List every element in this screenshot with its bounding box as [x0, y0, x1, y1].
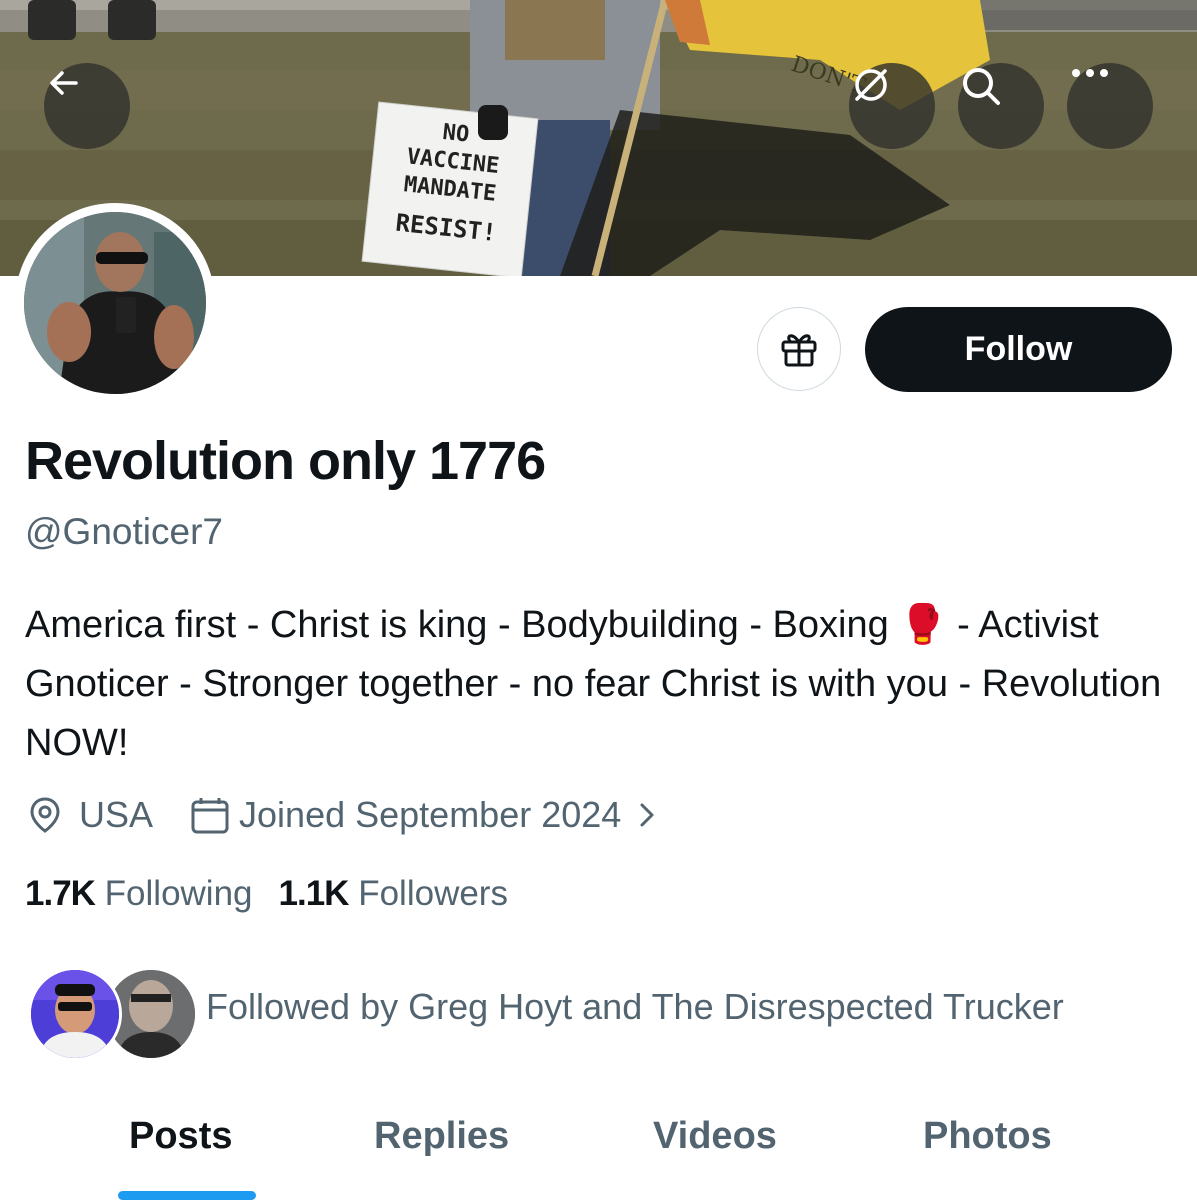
- followed-by-text[interactable]: Followed by Greg Hoyt and The Disrespect…: [206, 986, 1064, 1028]
- display-name: Revolution only 1776: [25, 431, 546, 491]
- location-icon: [30, 797, 60, 833]
- back-button[interactable]: [44, 63, 130, 149]
- location-text: USA: [79, 794, 154, 835]
- following-link[interactable]: 1.7K Following: [25, 874, 253, 914]
- followers-link[interactable]: 1.1K Followers: [279, 874, 508, 914]
- active-tab-indicator: [118, 1191, 256, 1200]
- tab-posts[interactable]: Posts: [129, 1115, 232, 1158]
- search-button[interactable]: [958, 63, 1044, 149]
- tab-videos[interactable]: Videos: [653, 1115, 777, 1158]
- followers-label: Followers: [358, 874, 508, 913]
- followers-count: 1.1K: [278, 874, 350, 913]
- joined-text[interactable]: Joined September 2024: [239, 794, 621, 836]
- chevron-right-icon[interactable]: [637, 800, 657, 830]
- tab-replies[interactable]: Replies: [374, 1115, 509, 1158]
- search-icon: [963, 68, 1000, 105]
- sign-line-1: NO: [441, 120, 470, 148]
- following-label: Following: [104, 874, 253, 913]
- more-button[interactable]: [1067, 63, 1153, 149]
- follower-avatar-1: [28, 967, 122, 1061]
- arrow-left-icon: [50, 71, 78, 95]
- bio: America first - Christ is king - Bodybui…: [25, 604, 1162, 764]
- following-count: 1.7K: [25, 874, 96, 913]
- follower-photo-1: [31, 970, 119, 1058]
- follow-stats: 1.7K Following 1.1K Followers: [25, 870, 508, 918]
- calendar-icon: [191, 798, 229, 834]
- more-icon: [1072, 69, 1108, 77]
- avatar-photo: [24, 212, 206, 394]
- profile-avatar[interactable]: [15, 203, 215, 403]
- handle: @Gnoticer7: [25, 511, 223, 552]
- grok-button[interactable]: [849, 63, 935, 149]
- gift-button[interactable]: [757, 307, 841, 391]
- profile-meta: USA Joined September 2024: [25, 790, 657, 840]
- gift-icon: [781, 334, 817, 367]
- grok-icon: [855, 69, 887, 101]
- follow-button[interactable]: Follow: [865, 307, 1172, 392]
- tab-photos[interactable]: Photos: [923, 1115, 1052, 1158]
